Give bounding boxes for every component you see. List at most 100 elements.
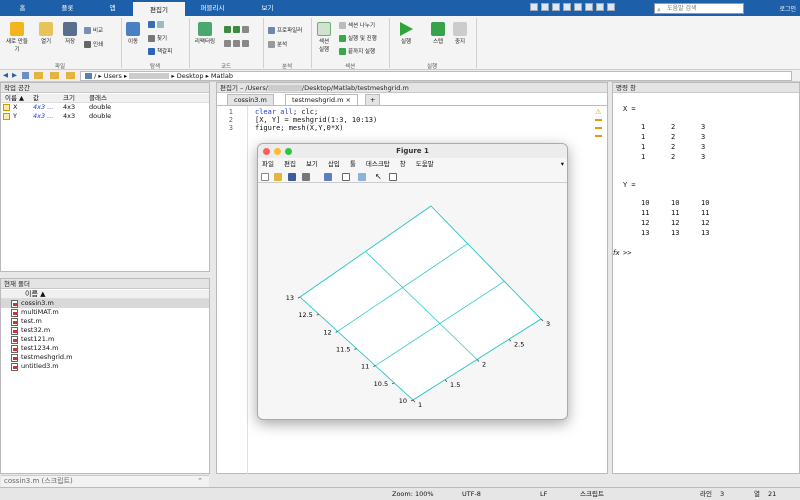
- indent-buttons[interactable]: [224, 40, 249, 47]
- list-item[interactable]: test32.m: [11, 326, 50, 335]
- back-forward-buttons[interactable]: [148, 21, 164, 28]
- path-segment[interactable]: Matlab: [211, 72, 233, 80]
- menu-file[interactable]: 파일: [262, 159, 274, 170]
- tab-apps[interactable]: 앱: [90, 0, 135, 16]
- bookmark-button[interactable]: 책갈피: [148, 47, 172, 55]
- tab-publish[interactable]: 퍼블리시: [185, 0, 240, 16]
- refactor-button[interactable]: 리팩터링: [192, 22, 218, 45]
- list-item[interactable]: test.m: [11, 317, 42, 326]
- table-row[interactable]: X 4x3 ... 4x3 double: [1, 103, 209, 112]
- open-button[interactable]: 열기: [36, 22, 56, 45]
- step-button[interactable]: 스텝: [428, 22, 448, 45]
- go-to-button[interactable]: 이동: [125, 22, 141, 45]
- pointer-icon[interactable]: ↖: [375, 172, 382, 181]
- link-plot-icon[interactable]: [324, 173, 332, 181]
- editor-tab-testmeshgrid[interactable]: testmeshgrid.m ×: [285, 94, 358, 105]
- section-break-button[interactable]: 섹션 나누기: [339, 21, 375, 29]
- maximize-window-icon[interactable]: [285, 148, 292, 155]
- workspace-title: 작업 공간: [1, 83, 209, 93]
- menu-tools[interactable]: 툴: [350, 159, 356, 170]
- tab-home[interactable]: 홈: [0, 0, 45, 16]
- close-icon[interactable]: ×: [346, 96, 351, 104]
- run-section-button[interactable]: 섹션 실행: [314, 22, 334, 53]
- menu-edit[interactable]: 편집: [284, 159, 296, 170]
- save-icon[interactable]: [288, 173, 296, 181]
- folder-icon[interactable]: [34, 72, 43, 79]
- property-editor-icon[interactable]: [389, 173, 397, 181]
- file-details[interactable]: cossin3.m (스크립트) ⌃: [1, 475, 209, 487]
- save-button[interactable]: 저장: [60, 22, 80, 45]
- menu-help[interactable]: 도움말: [416, 159, 434, 170]
- save-icon[interactable]: [530, 3, 538, 11]
- help-icon[interactable]: [607, 3, 615, 11]
- undo-icon[interactable]: [574, 3, 582, 11]
- compare-button[interactable]: 비교: [84, 26, 103, 34]
- new-button[interactable]: 새로 만들기: [4, 22, 30, 53]
- column-header-name[interactable]: 이름 ▲: [5, 94, 24, 103]
- path-segment[interactable]: Users: [104, 72, 122, 80]
- menu-insert[interactable]: 삽입: [328, 159, 340, 170]
- figure-title-bar[interactable]: Figure 1: [258, 144, 567, 158]
- run-button[interactable]: 실행: [396, 22, 416, 45]
- list-item[interactable]: test121.m: [11, 335, 54, 344]
- warning-marker[interactable]: [595, 119, 602, 121]
- new-tab-button[interactable]: +: [365, 94, 381, 105]
- path-segment-redacted[interactable]: [129, 73, 170, 79]
- switch-window-icon[interactable]: [596, 3, 604, 11]
- warning-icon[interactable]: ⚠: [595, 108, 601, 116]
- list-item[interactable]: test1234.m: [11, 344, 58, 353]
- menu-window[interactable]: 창: [400, 159, 406, 170]
- browse-folder-icon[interactable]: [50, 72, 59, 79]
- menu-desktop[interactable]: 데스크탑: [366, 159, 390, 170]
- back-arrow-icon[interactable]: ◀: [3, 70, 8, 81]
- stop-button[interactable]: 중지: [452, 22, 468, 45]
- forward-arrow-icon[interactable]: ▶: [12, 70, 17, 81]
- redo-icon[interactable]: [585, 3, 593, 11]
- cut-icon[interactable]: [541, 3, 549, 11]
- run-and-advance-button[interactable]: 실행 및 진행: [339, 34, 377, 42]
- run-to-end-button[interactable]: 끝까지 실행: [339, 47, 375, 55]
- open-file-icon[interactable]: [274, 173, 282, 181]
- column-header-name[interactable]: 이름 ▲: [25, 290, 46, 299]
- path-field[interactable]: / ▸ Users ▸ ▸ Desktop ▸ Matlab: [80, 71, 792, 81]
- login-button[interactable]: 로그인: [779, 4, 796, 13]
- list-item[interactable]: cossin3.m: [1, 299, 209, 308]
- minimize-window-icon[interactable]: [274, 148, 281, 155]
- help-search-input[interactable]: ⌕ 도움말 검색: [654, 3, 744, 14]
- command-prompt[interactable]: >>: [623, 249, 631, 257]
- warning-marker[interactable]: [595, 135, 602, 137]
- find-button[interactable]: 찾기: [148, 34, 167, 42]
- chevron-down-icon[interactable]: ▾: [561, 159, 564, 170]
- column-header-value[interactable]: 값: [33, 94, 39, 103]
- tab-editor[interactable]: 편집기: [133, 0, 185, 16]
- code-line[interactable]: 3 figure; mesh(X,Y,0*X): [219, 124, 344, 133]
- path-segment[interactable]: Desktop: [177, 72, 204, 80]
- new-figure-icon[interactable]: [261, 173, 269, 181]
- warning-marker[interactable]: [595, 127, 602, 129]
- tab-view[interactable]: 보기: [240, 0, 295, 16]
- comment-buttons[interactable]: [224, 26, 249, 33]
- list-item[interactable]: multiMAT.m: [11, 308, 59, 317]
- analyze-button[interactable]: 분석: [268, 40, 287, 48]
- chevron-up-icon[interactable]: ⌃: [197, 476, 203, 487]
- colorbar-icon[interactable]: [342, 173, 350, 181]
- close-window-icon[interactable]: [263, 148, 270, 155]
- print-button[interactable]: 인쇄: [84, 40, 103, 48]
- fx-icon[interactable]: fx: [613, 249, 620, 257]
- table-row[interactable]: Y 4x3 ... 4x3 double: [1, 112, 209, 121]
- up-folder-icon[interactable]: [22, 72, 29, 79]
- print-icon[interactable]: [302, 173, 310, 181]
- menu-view[interactable]: 보기: [306, 159, 318, 170]
- editor-tab-cossin3[interactable]: cossin3.m: [227, 94, 274, 105]
- legend-icon[interactable]: [358, 173, 366, 181]
- copy-icon[interactable]: [552, 3, 560, 11]
- search-folder-icon[interactable]: [66, 72, 75, 79]
- list-item[interactable]: testmeshgrid.m: [11, 353, 72, 362]
- column-header-class[interactable]: 클래스: [89, 94, 107, 103]
- profiler-button[interactable]: 프로파일러: [268, 26, 302, 34]
- tab-plots[interactable]: 플롯: [45, 0, 90, 16]
- mesh-plot-axes[interactable]: 1312.51211.51110.510 11.522.53: [258, 184, 568, 420]
- list-item[interactable]: untitled3.m: [11, 362, 59, 371]
- column-header-size[interactable]: 크기: [63, 94, 75, 103]
- paste-icon[interactable]: [563, 3, 571, 11]
